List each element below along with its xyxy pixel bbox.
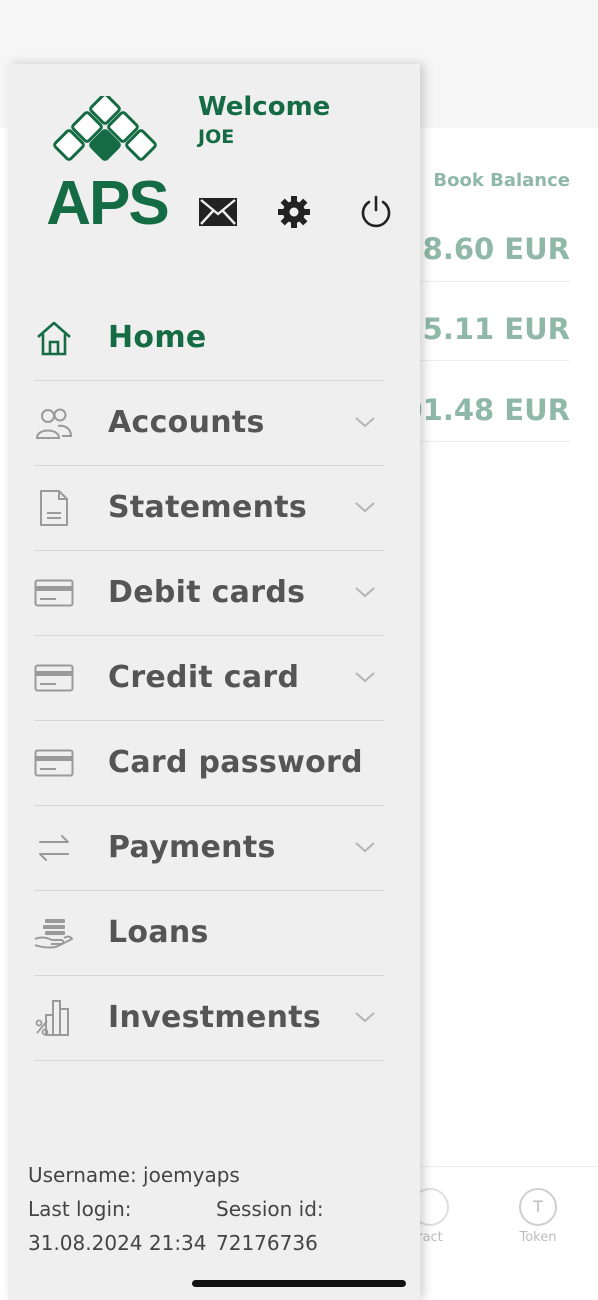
balance-value: 8.60 EUR (422, 232, 570, 266)
menu-item-card-password[interactable]: Card password (34, 721, 384, 806)
last-login-value: 31.08.2024 21:34 (28, 1231, 207, 1255)
document-icon (34, 488, 74, 528)
loan-hand-icon (34, 913, 74, 953)
divider (420, 360, 570, 361)
chevron-down-icon (355, 417, 375, 428)
token-icon: T (519, 1188, 557, 1226)
mail-icon[interactable] (198, 192, 238, 232)
menu-item-accounts[interactable]: Accounts (34, 381, 384, 466)
balance-value: 01.48 EUR (402, 393, 570, 427)
power-icon[interactable] (356, 192, 396, 232)
menu-label: Home (108, 320, 207, 355)
menu-label: Payments (108, 830, 276, 865)
investment-chart-icon (34, 998, 74, 1038)
session-id-value: 72176736 (216, 1231, 318, 1255)
login-session-values: 31.08.2024 21:34 72176736 (28, 1226, 324, 1260)
aps-logo: APS (32, 93, 182, 238)
menu-item-debit-cards[interactable]: Debit cards (34, 551, 384, 636)
menu-label: Card password (108, 745, 363, 780)
menu-item-loans[interactable]: Loans (34, 891, 384, 976)
balance-value: 25.11 EUR (402, 312, 570, 346)
last-login-label: Last login: (28, 1197, 132, 1221)
menu-item-payments[interactable]: Payments (34, 806, 384, 891)
session-id-label: Session id: (216, 1197, 324, 1221)
chevron-down-icon (355, 842, 375, 853)
username-text: Username: joemyaps (28, 1163, 240, 1187)
menu-label: Investments (108, 1000, 322, 1035)
aps-logo-text: APS (46, 169, 167, 228)
tab-token[interactable]: T Token (498, 1188, 578, 1245)
menu-label: Debit cards (108, 575, 306, 610)
chevron-down-icon (355, 587, 375, 598)
menu-label: Accounts (108, 405, 265, 440)
tab-bar-divider (420, 1166, 598, 1167)
home-indicator[interactable] (192, 1280, 406, 1287)
card-icon (34, 743, 74, 783)
book-balance-header: Book Balance (433, 170, 570, 191)
chevron-down-icon (355, 672, 375, 683)
chevron-down-icon (355, 1012, 375, 1023)
menu-item-statements[interactable]: Statements (34, 466, 384, 551)
menu-item-credit-card[interactable]: Credit card (34, 636, 384, 721)
user-name: JOE (198, 126, 235, 148)
drawer-menu: Home Accounts Statements Debit cards Cre… (34, 296, 384, 1061)
chevron-down-icon (355, 502, 375, 513)
menu-item-investments[interactable]: Investments (34, 976, 384, 1061)
menu-label: Credit card (108, 660, 300, 695)
menu-label: Loans (108, 915, 209, 950)
divider (420, 441, 570, 442)
transfer-icon (34, 828, 74, 868)
tab-label: Token (519, 1230, 557, 1245)
welcome-title: Welcome (198, 92, 331, 122)
card-icon (34, 658, 74, 698)
gear-icon[interactable] (274, 192, 314, 232)
home-icon (34, 318, 74, 358)
tab-label: ract (417, 1230, 443, 1245)
login-session-labels: Last login: Session id: (28, 1192, 324, 1226)
menu-item-home[interactable]: Home (34, 296, 384, 381)
users-icon (34, 403, 74, 443)
card-icon (34, 573, 74, 613)
navigation-drawer: APS Welcome JOE Home Accounts Statements… (8, 64, 420, 1300)
divider (420, 281, 570, 282)
menu-label: Statements (108, 490, 308, 525)
session-info: Username: joemyaps Last login: Session i… (28, 1158, 324, 1260)
